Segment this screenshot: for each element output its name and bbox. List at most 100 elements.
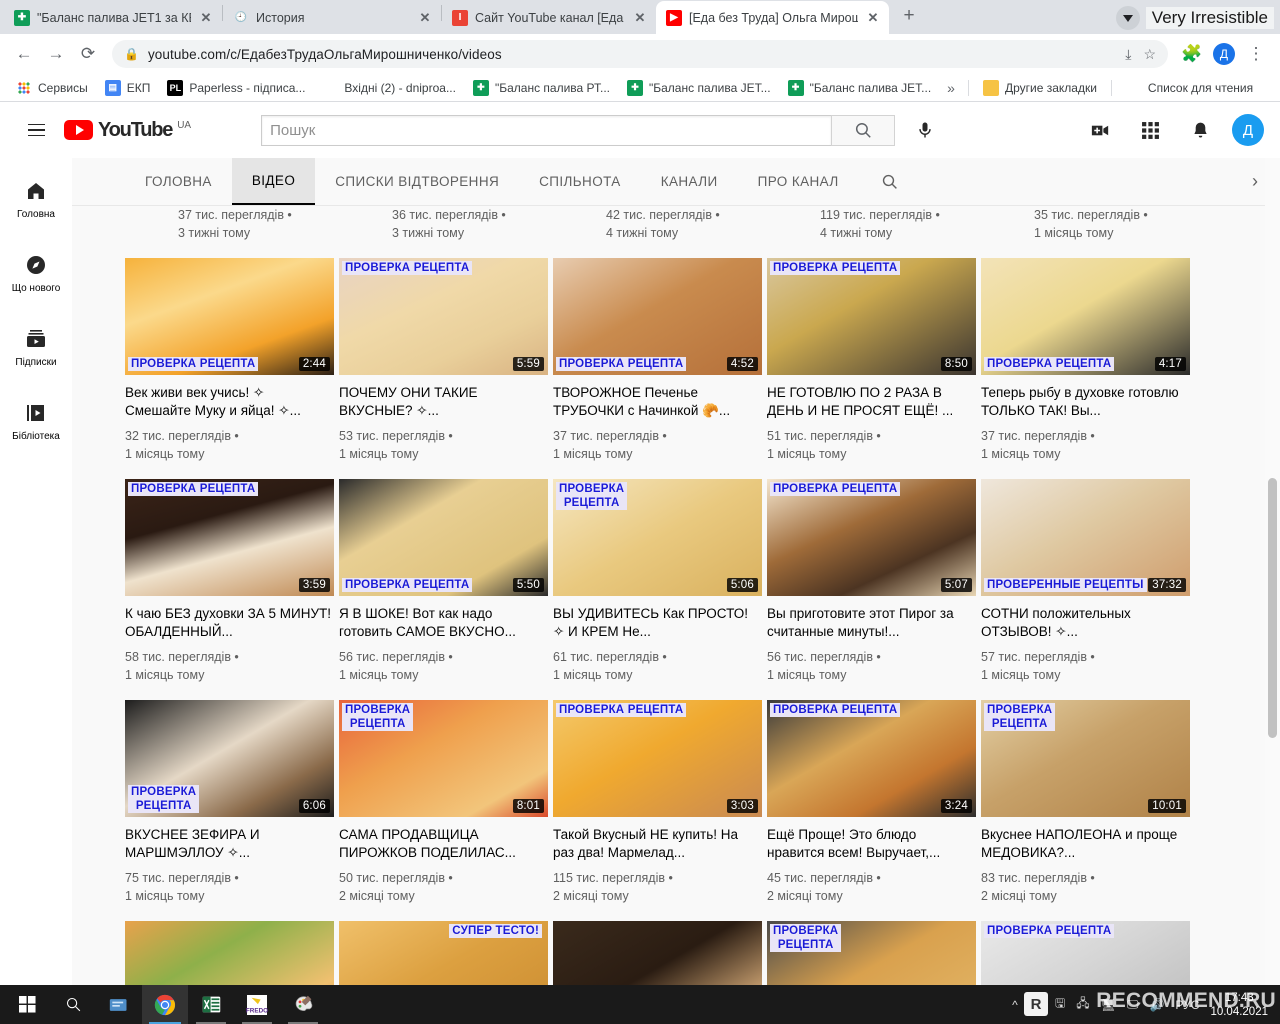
address-bar[interactable]: 🔒 youtube.com/c/ЕдабезТрудаОльгаМирошнич… [112,40,1168,68]
fredo-taskbar-app[interactable]: FREDO [234,985,280,1024]
video-card[interactable]: ПРОВЕРКА РЕЦЕПТА 3:03 Такой Вкусный НЕ к… [553,700,762,905]
close-icon[interactable]: ✕ [632,10,648,26]
task-view-button[interactable] [96,985,142,1024]
chrome-menu-icon[interactable]: ⋮ [1242,40,1270,68]
browser-tab-4-active[interactable]: ▶ [Еда без Труда] Ольга Мирошни ✕ [656,1,889,34]
browser-tab-1[interactable]: ✚ "Баланс палива JET1 за КВІТЕНЬ ✕ [4,1,222,34]
video-card[interactable]: ПРОВЕРКА РЕЦЕПТА 2:44 Век живи век учись… [125,258,334,463]
apps-grid-icon[interactable] [1130,110,1170,150]
paint-taskbar-app[interactable] [280,985,326,1024]
chrome-taskbar-app[interactable] [142,985,188,1024]
taskbar-search-button[interactable] [50,985,96,1024]
video-card[interactable]: ПРОВЕРЕННЫЕ РЕЦЕПТЫ 37:32 СОТНИ положите… [981,479,1190,684]
tab-channels[interactable]: КАНАЛИ [641,158,738,205]
video-thumbnail[interactable]: ПРОВЕРКА РЕЦЕПТА 8:01 [339,700,548,817]
close-icon[interactable]: ✕ [417,10,433,26]
video-title[interactable]: Такой Вкусный НЕ купить! На раз два! Мар… [553,826,762,862]
bookmark-paperless[interactable]: PL Paperless - підписа... [160,77,312,99]
scrollbar-thumb[interactable] [1268,478,1277,738]
video-title[interactable]: К чаю БЕЗ духовки ЗА 5 МИНУТ! ОБАЛДЕННЫЙ… [125,605,334,641]
forward-icon[interactable]: → [42,40,70,68]
bookmark-fuel-rt[interactable]: ✚ "Баланс палива РТ... [466,77,617,99]
video-title[interactable]: САМА ПРОДАВЩИЦА ПИРОЖКОВ ПОДЕЛИЛАС... [339,826,548,862]
close-icon[interactable]: ✕ [865,10,881,26]
extensions-puzzle-icon[interactable]: 🧩 [1178,40,1206,68]
video-card[interactable]: ПРОВЕРКА РЕЦЕПТА 5:50 Я В ШОКЕ! Вот как … [339,479,548,684]
bookmark-star-icon[interactable]: ☆ [1143,46,1156,63]
video-card[interactable]: ПРОВЕРКА РЕЦЕПТА 5:59 ПОЧЕМУ ОНИ ТАКИЕ В… [339,258,548,463]
video-thumbnail[interactable]: ПРОВЕРКА РЕЦЕПТА 10:01 [981,700,1190,817]
search-input[interactable]: Пошук [261,114,832,146]
video-card[interactable]: ПРОВЕРКА РЕЦЕПТА 3:59 К чаю БЕЗ духовки … [125,479,334,684]
video-title[interactable]: Век живи век учись! ✧ Смешайте Муку и яй… [125,384,334,420]
video-thumbnail[interactable] [553,921,762,985]
install-icon[interactable]: ⤓ [1125,46,1131,63]
bookmark-services[interactable]: Сервисы [9,77,95,99]
start-button[interactable] [4,985,50,1024]
language-indicator[interactable]: РУС [1175,998,1199,1012]
video-thumbnail[interactable]: ПРОВЕРКА РЕЦЕПТА [981,921,1190,985]
search-submit-button[interactable] [831,114,896,146]
video-card[interactable]: ПРОВЕРКА РЕЦЕПТА 3:24 Ещё Проще! Это блю… [767,700,976,905]
voice-search-button[interactable] [905,110,945,150]
other-bookmarks-button[interactable]: Другие закладки [976,77,1104,99]
tab-videos[interactable]: ВІДЕО [231,158,316,205]
rail-item-home[interactable]: Головна [0,162,72,236]
rail-item-explore[interactable]: Що нового [0,236,72,310]
taskbar-clock[interactable]: 17:43 10.04.2021 [1210,991,1268,1019]
video-card[interactable]: ПРОВЕРКА РЕЦЕПТА 4:17 Теперь рыбу в духо… [981,258,1190,463]
video-title[interactable]: ТВОРОЖНОЕ Печенье ТРУБОЧКИ с Начинкой 🥐.… [553,384,762,420]
video-title[interactable]: Ещё Проще! Это блюдо нравится всем! Выру… [767,826,976,862]
video-thumbnail[interactable]: ПРОВЕРКА РЕЦЕПТА 3:03 [553,700,762,817]
reading-list-button[interactable]: ▤ Список для чтения [1119,77,1260,99]
bookmark-gmail[interactable]: M Вхідні (2) - dniproa... [315,77,463,99]
rail-item-subscriptions[interactable]: Підписки [0,310,72,384]
display-icon[interactable]: 🖵 [1127,997,1139,1012]
network-icon[interactable]: 🖥 [1101,998,1116,1012]
usb-safe-remove-icon[interactable]: 🖫 [1055,994,1065,1015]
video-thumbnail[interactable]: ПРОВЕРКА РЕЦЕПТА 3:24 [767,700,976,817]
video-thumbnail[interactable]: ПРОВЕРКА РЕЦЕПТА 5:50 [339,479,548,596]
video-title[interactable]: Я В ШОКЕ! Вот как надо готовить САМОЕ ВК… [339,605,548,641]
browser-tab-3[interactable]: I Сайт YouTube канал [Еда без тр ✕ [442,1,656,34]
video-thumbnail[interactable]: ПРОВЕРКА РЕЦЕПТА 6:06 [125,700,334,817]
video-thumbnail[interactable]: ПРОВЕРКА РЕЦЕПТА 5:59 [339,258,548,375]
video-card[interactable]: ПРОВЕРКА РЕЦЕПТА 10:01 Вкуснее НАПОЛЕОНА… [981,700,1190,905]
reload-icon[interactable]: ⟳ [74,40,102,68]
video-thumbnail[interactable]: ПРОВЕРКА РЕЦЕПТА 8:50 [767,258,976,375]
video-card[interactable]: ПРОВЕРКА РЕЦЕПТА 5:07 Вы приготовите это… [767,479,976,684]
chevron-down-icon[interactable] [1115,6,1140,30]
tray-expand-icon[interactable]: ^ [1012,998,1018,1012]
video-title[interactable]: Вы приготовите этот Пирог за считанные м… [767,605,976,641]
video-card[interactable]: ПРОВЕРКА РЕЦЕПТА 4:52 ТВОРОЖНОЕ Печенье … [553,258,762,463]
video-title[interactable]: НЕ ГОТОВЛЮ ПО 2 РАЗА В ДЕНЬ И НЕ ПРОСЯТ … [767,384,976,420]
close-icon[interactable]: ✕ [198,10,214,26]
video-title[interactable]: ВКУСНЕЕ ЗЕФИРА И МАРШМЭЛЛОУ ✧... [125,826,334,862]
video-card[interactable] [125,921,334,985]
account-avatar[interactable]: Д [1232,114,1264,146]
video-card[interactable]: ПРОВЕРКА РЕЦЕПТА [981,921,1190,985]
video-grid-scroll[interactable]: 37 тис. переглядів • 3 тижні тому 36 тис… [72,206,1280,985]
create-video-icon[interactable] [1080,110,1120,150]
video-thumbnail[interactable] [125,921,334,985]
bookmark-ekp[interactable]: ▤ ЕКП [98,77,158,99]
video-thumbnail[interactable]: ПРОВЕРКА РЕЦЕПТА 2:44 [125,258,334,375]
bookmarks-overflow-button[interactable]: » [941,77,961,99]
video-thumbnail[interactable]: СУПЕР ТЕСТО! [339,921,548,985]
tab-home[interactable]: ГОЛОВНА [125,158,232,205]
page-scrollbar[interactable] [1265,158,1280,985]
video-card[interactable]: СУПЕР ТЕСТО! [339,921,548,985]
video-title[interactable]: ВЫ УДИВИТЕСЬ Как ПРОСТО! ✧ И КРЕМ Не... [553,605,762,641]
youtube-logo[interactable]: YouTube UA [64,119,191,142]
video-thumbnail[interactable]: ПРОВЕРЕННЫЕ РЕЦЕПТЫ 37:32 [981,479,1190,596]
channel-search-button[interactable] [859,158,921,205]
video-title[interactable]: ПОЧЕМУ ОНИ ТАКИЕ ВКУСНЫЕ? ✧... [339,384,548,420]
video-thumbnail[interactable]: ПРОВЕРКА РЕЦЕПТА 3:59 [125,479,334,596]
video-card[interactable] [553,921,762,985]
video-card[interactable]: ПРОВЕРКА РЕЦЕПТА 5:06 ВЫ УДИВИТЕСЬ Как П… [553,479,762,684]
video-thumbnail[interactable]: ПРОВЕРКА РЕЦЕПТА [767,921,976,985]
volume-icon[interactable]: 🔊 [1149,998,1164,1012]
tab-community[interactable]: СПІЛЬНОТА [519,158,641,205]
video-thumbnail[interactable]: ПРОВЕРКА РЕЦЕПТА 5:06 [553,479,762,596]
video-card[interactable]: ПРОВЕРКА РЕЦЕПТА 8:01 САМА ПРОДАВЩИЦА ПИ… [339,700,548,905]
